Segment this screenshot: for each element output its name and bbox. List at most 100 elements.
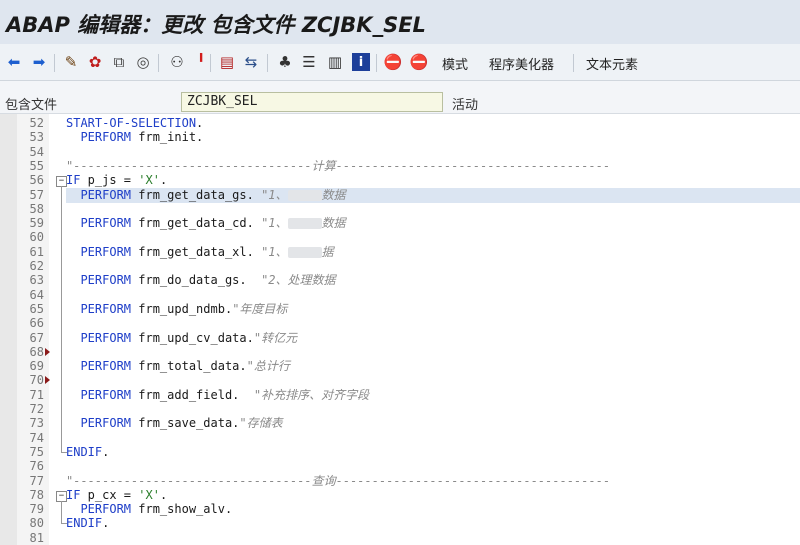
code-text[interactable]: "---------------------------------计算----… <box>66 159 610 173</box>
line-number: 71 <box>29 387 44 402</box>
line-number: 74 <box>29 430 44 445</box>
code-text[interactable]: "---------------------------------查询----… <box>66 474 610 488</box>
line-number: 70 <box>29 373 44 388</box>
line-number: 75 <box>29 444 44 459</box>
toolbar-separator <box>158 54 159 72</box>
code-line[interactable]: 56 IF p_js = 'X'. <box>0 173 800 187</box>
code-text[interactable]: PERFORM frm_upd_cv_data."转亿元 <box>66 331 297 345</box>
test-icon[interactable]: ⧉ <box>110 53 128 71</box>
include-name-field[interactable]: ZCJBK_SEL <box>181 92 443 112</box>
code-text[interactable]: START-OF-SELECTION. <box>66 116 203 130</box>
fold-guide-end <box>61 523 67 525</box>
text-elements-button[interactable]: 文本元素 <box>586 54 638 73</box>
code-line[interactable]: 79 PERFORM frm_show_alv. <box>0 502 800 516</box>
breakpoint-session-icon[interactable]: ⛔ <box>384 53 403 71</box>
code-text[interactable]: IF p_js = 'X'. <box>66 173 167 187</box>
code-text[interactable]: ENDIF. <box>66 445 109 459</box>
hierarchy-icon[interactable]: ♣ <box>276 53 294 71</box>
toolbar-separator <box>54 54 55 72</box>
enhance-icon[interactable]: ⇆ <box>242 53 260 71</box>
line-number: 79 <box>29 502 44 517</box>
list-icon[interactable]: ☰ <box>300 53 318 71</box>
code-text[interactable]: PERFORM frm_do_data_gs. "2、处理数据 <box>66 273 335 287</box>
display-object-list-icon[interactable]: ▤ <box>218 53 236 71</box>
code-text[interactable]: PERFORM frm_show_alv. <box>66 502 232 516</box>
code-line[interactable]: 68 <box>0 345 800 359</box>
code-line[interactable]: 80 ENDIF. <box>0 516 800 530</box>
code-line[interactable]: 58 <box>0 202 800 216</box>
breakpoint-external-icon[interactable]: ⛔ <box>410 53 429 71</box>
line-number: 80 <box>29 516 44 531</box>
code-text[interactable]: PERFORM frm_save_data."存储表 <box>66 416 282 430</box>
object-list-icon[interactable]: ⚇ <box>168 53 186 71</box>
code-line[interactable]: 61 PERFORM frm_get_data_xl. "1、据 <box>0 245 800 259</box>
fold-guide <box>61 500 62 524</box>
code-line[interactable]: 55 "---------------------------------计算--… <box>0 159 800 173</box>
line-number: 54 <box>29 144 44 159</box>
code-line[interactable]: 64 <box>0 288 800 302</box>
code-line[interactable]: 66 <box>0 316 800 330</box>
code-text[interactable]: PERFORM frm_init. <box>66 130 203 144</box>
toolbar-separator <box>573 54 574 72</box>
program-field-row: 包含文件 ZCJBK_SEL 活动 <box>0 81 800 114</box>
activate-icon[interactable]: ✿ <box>86 53 104 71</box>
code-line[interactable]: 54 <box>0 145 800 159</box>
line-number: 77 <box>29 473 44 488</box>
code-line[interactable]: 65 PERFORM frm_upd_ndmb."年度目标 <box>0 302 800 316</box>
line-number: 63 <box>29 273 44 288</box>
application-toolbar: ⬅ ➡ ✎ ✿ ⧉ ◎ ⚇ ╹ ▤ ⇆ ♣ ☰ ▥ i ⛔ ⛔ 模式 程序美化器… <box>0 44 800 81</box>
breakpoint-marker-icon[interactable] <box>45 376 50 385</box>
code-text[interactable]: PERFORM frm_total_data."总计行 <box>66 359 289 373</box>
code-text[interactable]: PERFORM frm_get_data_gs. "1、 数据 <box>66 188 345 202</box>
code-line[interactable]: 81 <box>0 531 800 545</box>
pretty-mode-button[interactable]: 模式 <box>442 54 468 73</box>
code-line[interactable]: 67 PERFORM frm_upd_cv_data."转亿元 <box>0 331 800 345</box>
code-line[interactable]: 52 START-OF-SELECTION. <box>0 116 800 130</box>
line-number: 62 <box>29 259 44 273</box>
breakpoint-marker-icon[interactable] <box>45 347 50 356</box>
code-line[interactable]: 76 <box>0 459 800 473</box>
toolbar-separator <box>210 54 211 72</box>
check-syntax-icon[interactable]: ✎ <box>62 53 80 71</box>
code-line[interactable]: 69 PERFORM frm_total_data."总计行 <box>0 359 800 373</box>
code-line[interactable]: 70 <box>0 373 800 387</box>
code-line[interactable]: 53 PERFORM frm_init. <box>0 130 800 144</box>
line-number: 56 <box>29 173 44 188</box>
code-text[interactable]: IF p_cx = 'X'. <box>66 488 167 502</box>
code-line[interactable]: 59 PERFORM frm_get_data_cd. "1、 数据 <box>0 216 800 230</box>
code-editor[interactable]: 52 START-OF-SELECTION. 53 PERFORM frm_init… <box>0 114 800 545</box>
pretty-printer-button[interactable]: 程序美化器 <box>489 54 554 73</box>
code-text[interactable]: PERFORM frm_add_field. "补充排序、对齐字段 <box>66 388 369 402</box>
code-line[interactable]: 77 "---------------------------------查询--… <box>0 474 800 488</box>
line-number: 57 <box>29 187 44 202</box>
code-line[interactable]: 78 IF p_cx = 'X'. <box>0 488 800 502</box>
code-text[interactable]: PERFORM frm_upd_ndmb."年度目标 <box>66 302 287 316</box>
status-label: 活动 <box>452 98 479 113</box>
code-line[interactable]: 63 PERFORM frm_do_data_gs. "2、处理数据 <box>0 273 800 287</box>
code-line[interactable]: 62 <box>0 259 800 273</box>
navigation-icon[interactable]: ╹ <box>192 53 210 71</box>
window-title: ABAP 编辑器：更改 包含文件 ZCJBK_SEL <box>6 13 426 37</box>
line-number: 66 <box>29 316 44 331</box>
code-line[interactable]: 73 PERFORM frm_save_data."存储表 <box>0 416 800 430</box>
line-number: 68 <box>29 344 44 359</box>
code-line[interactable]: 72 <box>0 402 800 416</box>
where-used-icon[interactable]: ◎ <box>134 53 152 71</box>
info-icon[interactable]: i <box>352 53 370 71</box>
code-line[interactable]: 57 PERFORM frm_get_data_gs. "1、 数据 <box>0 187 800 203</box>
forward-arrow-icon[interactable]: ➡ <box>30 53 48 71</box>
code-text[interactable]: PERFORM frm_get_data_cd. "1、 数据 <box>66 216 345 230</box>
toolbar-separator <box>376 54 377 72</box>
code-line[interactable]: 74 <box>0 431 800 445</box>
code-line[interactable]: 60 <box>0 230 800 244</box>
code-line[interactable]: 71 PERFORM frm_add_field. "补充排序、对齐字段 <box>0 388 800 402</box>
line-number: 67 <box>29 330 44 345</box>
line-number: 59 <box>29 216 44 231</box>
line-number: 78 <box>29 487 44 502</box>
code-text[interactable]: PERFORM frm_get_data_xl. "1、据 <box>66 245 333 259</box>
back-arrow-icon[interactable]: ⬅ <box>5 53 23 71</box>
window-icon[interactable]: ▥ <box>326 53 344 71</box>
line-number: 69 <box>29 359 44 374</box>
code-text[interactable]: ENDIF. <box>66 516 109 530</box>
code-line[interactable]: 75 ENDIF. <box>0 445 800 459</box>
